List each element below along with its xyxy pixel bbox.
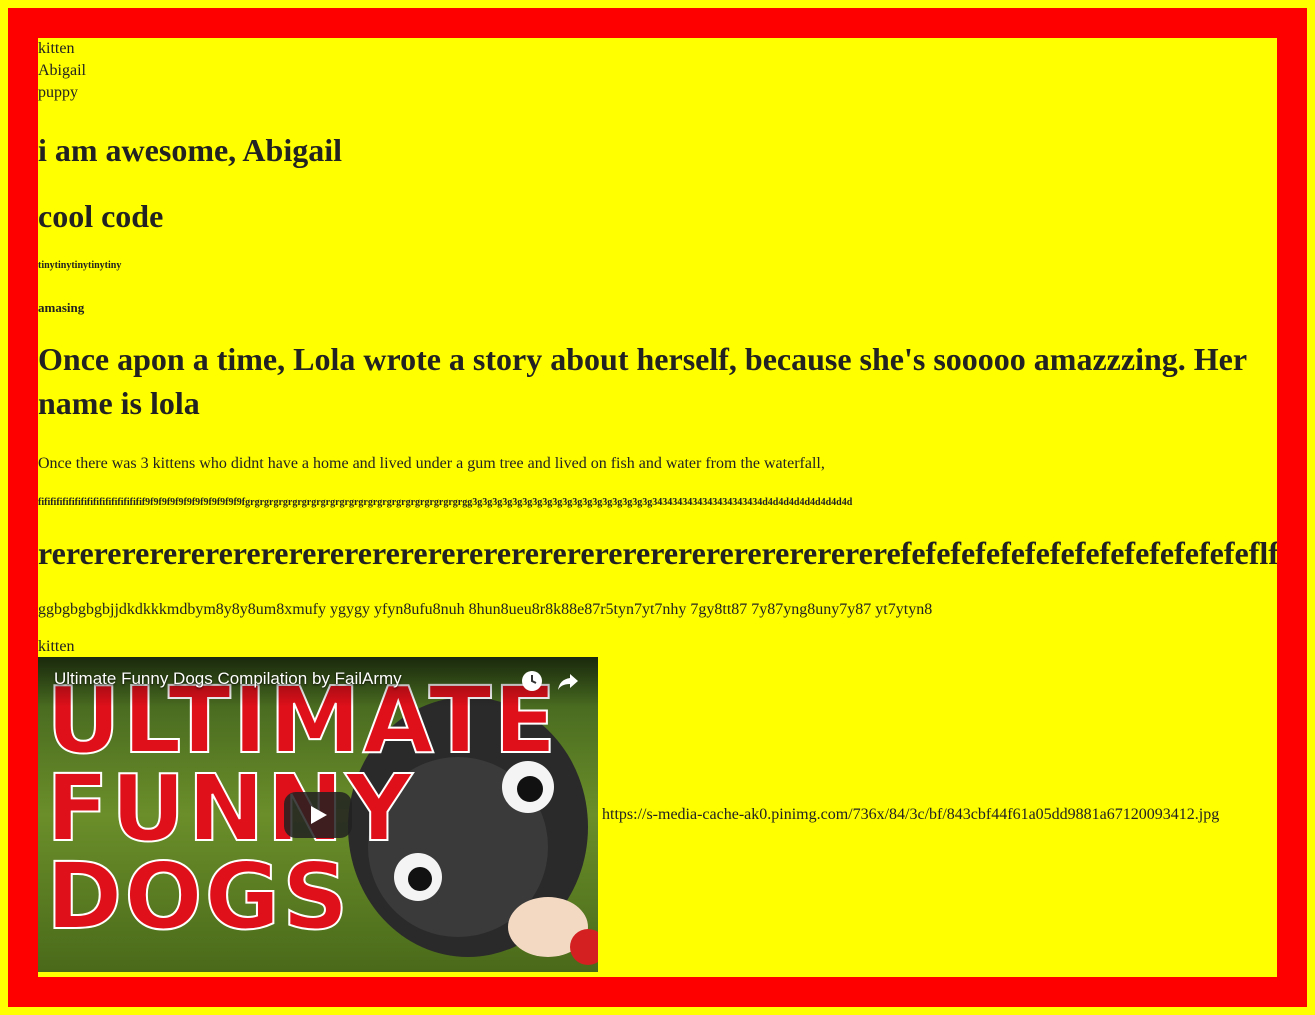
tiny-heading: tinytinytinytinytiny xyxy=(38,260,122,271)
video-title[interactable]: Ultimate Funny Dogs Compilation by FailA… xyxy=(54,669,402,689)
play-button[interactable] xyxy=(284,792,352,838)
thumbnail-word-dogs: DOGS xyxy=(45,843,351,950)
fi-string-heading: fififififififififififififififififif9f9f9… xyxy=(38,497,853,508)
media-row: ULTIMATE FUNNY DOGS Ultimate Funny Dogs … xyxy=(38,657,1277,972)
share-icon[interactable] xyxy=(556,669,580,693)
page-content: kitten Abigail puppy i am awesome, Abiga… xyxy=(38,38,1277,977)
amasing-heading: amasing xyxy=(38,300,85,315)
kitten-text: kitten xyxy=(38,40,75,57)
play-icon xyxy=(311,806,327,824)
puppy-text: puppy xyxy=(38,84,78,101)
red-border-frame: kitten Abigail puppy i am awesome, Abiga… xyxy=(8,8,1307,1007)
clock-icon[interactable] xyxy=(520,669,544,693)
story-heading: Once apon a time, Lola wrote a story abo… xyxy=(38,341,1247,421)
gg-paragraph: ggbgbgbgbjjdkdkkkmdbym8y8y8um8xmufy ygyg… xyxy=(38,601,933,618)
kittens-paragraph: Once there was 3 kittens who didnt have … xyxy=(38,455,825,472)
kitten-text-2: kitten xyxy=(38,638,75,655)
abigail-text: Abigail xyxy=(38,62,86,79)
awesome-heading: i am awesome, Abigail xyxy=(38,132,342,168)
re-string-heading: rererererererererererererererererererere… xyxy=(38,535,1277,571)
cool-code-heading: cool code xyxy=(38,198,164,234)
image-url-text: https://s-media-cache-ak0.pinimg.com/736… xyxy=(602,805,1220,823)
youtube-video-embed[interactable]: ULTIMATE FUNNY DOGS Ultimate Funny Dogs … xyxy=(38,657,598,972)
